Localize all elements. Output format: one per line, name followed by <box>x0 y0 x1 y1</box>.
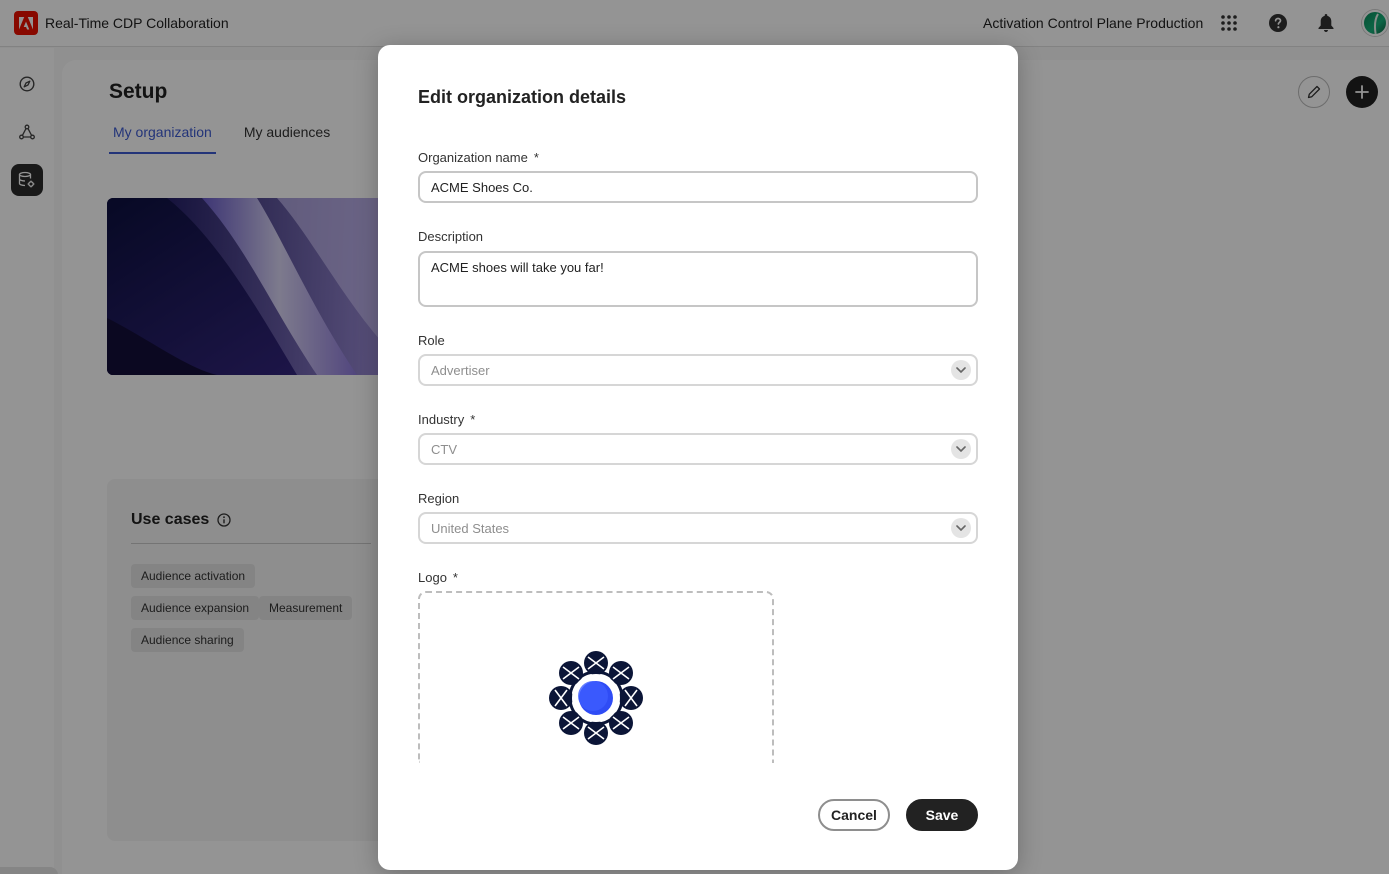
region-select[interactable]: United States <box>418 512 978 544</box>
org-name-label: Organization name * <box>418 150 539 165</box>
required-mark: * <box>533 150 539 165</box>
role-select[interactable]: Advertiser <box>418 354 978 386</box>
description-label: Description <box>418 229 484 244</box>
required-mark: * <box>470 412 476 427</box>
industry-select[interactable]: CTV <box>418 433 978 465</box>
org-name-input[interactable] <box>418 171 978 203</box>
chevron-down-icon[interactable] <box>951 518 971 538</box>
description-textarea[interactable]: ACME shoes will take you far! <box>418 251 978 307</box>
edit-organization-dialog: Edit organization details Organization n… <box>378 45 1018 870</box>
save-button[interactable]: Save <box>906 799 978 831</box>
organization-logo-image <box>549 651 643 745</box>
cancel-button[interactable]: Cancel <box>818 799 890 831</box>
chevron-down-icon[interactable] <box>951 439 971 459</box>
industry-label: Industry * <box>418 412 475 427</box>
required-mark: * <box>452 570 458 585</box>
industry-label-text: Industry <box>418 412 465 427</box>
role-value: Advertiser <box>431 362 490 378</box>
logo-label: Logo * <box>418 570 458 585</box>
region-value: United States <box>431 520 510 536</box>
region-label: Region <box>418 491 460 506</box>
role-label: Role <box>418 333 445 348</box>
logo-label-text: Logo <box>418 570 447 585</box>
dialog-title: Edit organization details <box>418 87 627 107</box>
industry-value: CTV <box>431 441 457 457</box>
chevron-down-icon[interactable] <box>951 360 971 380</box>
logo-dropzone[interactable] <box>418 591 774 763</box>
org-name-label-text: Organization name <box>418 150 528 165</box>
